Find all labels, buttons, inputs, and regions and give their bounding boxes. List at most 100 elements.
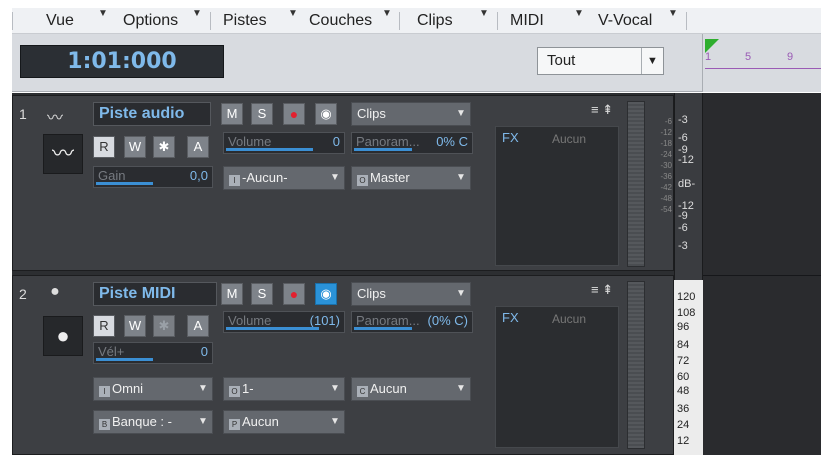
output-channel-dropdown[interactable]: O 1- ▼ — [223, 377, 345, 401]
ruler-label: 5 — [745, 51, 752, 63]
chevron-down-icon[interactable]: ▼ — [452, 283, 470, 305]
timeline-ruler[interactable]: 1 5 9 — [702, 34, 821, 92]
fx-bin[interactable]: FX Aucun — [495, 306, 619, 448]
chevron-down-icon[interactable]: ▼ — [668, 8, 678, 19]
ruler-baseline — [705, 68, 821, 69]
track-view-value: Clips — [357, 286, 386, 301]
pan-value: 0% C — [436, 134, 468, 149]
archive-button[interactable]: A — [187, 136, 209, 158]
chevron-down-icon[interactable]: ▼ — [192, 8, 202, 19]
menu-pistes[interactable]: Pistes — [223, 8, 267, 34]
chevron-down-icon[interactable]: ▼ — [452, 103, 470, 125]
chevron-down-icon[interactable]: ▼ — [574, 8, 584, 19]
menu-options[interactable]: Options — [123, 8, 178, 34]
menu-separator — [12, 12, 13, 30]
input-echo-icon[interactable]: ◉ — [315, 283, 337, 305]
gain-slider[interactable]: Gain 0,0 — [93, 166, 213, 188]
menu-separator — [399, 12, 400, 30]
read-automation-button[interactable]: R — [93, 315, 115, 337]
gain-value: 0,0 — [189, 168, 208, 183]
input-value: -Aucun- — [242, 170, 288, 185]
fx-value: Aucun — [552, 132, 587, 146]
menu-couches[interactable]: Couches — [309, 8, 372, 34]
mute-button[interactable]: M — [221, 283, 243, 305]
menu-v-vocal[interactable]: V-Vocal — [598, 8, 652, 34]
pan-label: Panoram... — [356, 134, 420, 149]
chevron-down-icon[interactable]: ▼ — [382, 8, 392, 19]
freeze-icon[interactable]: ✱ — [153, 136, 175, 158]
track-name[interactable]: Piste audio — [93, 102, 211, 126]
fx-bin[interactable]: FX Aucun — [495, 126, 619, 266]
meter-tick: -54 — [660, 205, 672, 214]
track-view-dropdown[interactable]: Clips ▼ — [351, 282, 471, 306]
track-filter-dropdown[interactable]: Tout ▼ — [537, 47, 664, 75]
now-time-display[interactable]: 1:01:000 — [20, 45, 224, 78]
scale-tick: 108 — [677, 307, 696, 319]
track-view-header: 1:01:000 Tout ▼ 1 5 9 — [12, 34, 821, 92]
track-menu-icon[interactable]: ≡ ⇞ — [591, 102, 613, 118]
solo-button[interactable]: S — [251, 283, 273, 305]
scale-tick: 36 — [677, 403, 690, 415]
track-audio[interactable]: 1 〰 Piste audio 〰 M S ● ◉ Clips ▼ R W ✱ … — [12, 95, 674, 271]
track-view-dropdown[interactable]: Clips ▼ — [351, 102, 471, 126]
chevron-down-icon[interactable]: ▼ — [326, 167, 344, 189]
write-automation-button[interactable]: W — [124, 136, 146, 158]
volume-label: Volume — [228, 313, 272, 328]
volume-slider[interactable]: Volume (101) — [223, 311, 345, 333]
freeze-icon[interactable]: ✱ — [153, 315, 175, 337]
output-dropdown[interactable]: O Master ▼ — [351, 166, 471, 190]
mute-button[interactable]: M — [221, 103, 243, 125]
scale-tick: 72 — [677, 355, 690, 367]
chevron-down-icon[interactable]: ▼ — [194, 378, 212, 400]
volume-slider[interactable]: Volume 0 — [223, 132, 345, 154]
chevron-down-icon[interactable]: ▼ — [452, 167, 470, 189]
input-echo-icon[interactable]: ◉ — [315, 103, 337, 125]
track-view-value: Clips — [357, 106, 386, 121]
chevron-down-icon[interactable]: ▼ — [194, 411, 212, 433]
read-automation-button[interactable]: R — [93, 136, 115, 158]
midi-input-value: Omni — [112, 381, 144, 396]
output-value: Master — [370, 170, 410, 185]
menu-clips[interactable]: Clips — [417, 8, 453, 34]
midi-scale-column: 120 108 96 84 72 60 48 36 24 12 — [674, 280, 703, 455]
midi-output-dropdown[interactable]: C Aucun ▼ — [351, 377, 471, 401]
volume-value: 0 — [332, 134, 340, 149]
clips-pane[interactable] — [703, 93, 821, 455]
velocity-slider[interactable]: Vél+ 0 — [93, 342, 213, 364]
write-automation-button[interactable]: W — [124, 315, 146, 337]
chevron-down-icon[interactable]: ▼ — [326, 378, 344, 400]
scale-tick: 24 — [677, 419, 690, 431]
pan-slider[interactable]: Panoram... 0% C — [351, 132, 473, 154]
chevron-down-icon[interactable]: ▼ — [98, 8, 108, 19]
chevron-down-icon[interactable]: ▼ — [326, 411, 344, 433]
track-midi[interactable]: 2 ● Piste MIDI ● M S ● ◉ Clips ▼ R W ✱ A… — [12, 275, 674, 455]
midi-input-dropdown[interactable]: I Omni ▼ — [93, 377, 213, 401]
chevron-down-icon[interactable]: ▼ — [452, 378, 470, 400]
solo-button[interactable]: S — [251, 103, 273, 125]
record-arm-icon[interactable]: ● — [283, 283, 305, 305]
menu-vue[interactable]: Vue — [46, 8, 74, 34]
record-arm-icon[interactable]: ● — [283, 103, 305, 125]
menu-separator — [686, 12, 687, 30]
pan-slider[interactable]: Panoram... (0% C) — [351, 311, 473, 333]
audio-waveform-icon: 〰 — [46, 110, 63, 127]
chevron-down-icon[interactable]: ▼ — [479, 8, 489, 19]
chevron-down-icon[interactable]: ▼ — [288, 8, 298, 19]
fx-label: FX — [502, 310, 519, 325]
midi-output-value: Aucun — [370, 381, 407, 396]
patch-dropdown[interactable]: P Aucun ▼ — [223, 410, 345, 434]
level-meter — [627, 101, 645, 267]
track-menu-icon[interactable]: ≡ ⇞ — [591, 282, 613, 298]
menu-midi[interactable]: MIDI — [510, 8, 544, 34]
scale-tick: -6 — [678, 222, 688, 234]
track-number: 1 — [19, 106, 27, 122]
track-name[interactable]: Piste MIDI — [93, 282, 217, 306]
bank-value: Banque : - — [112, 414, 172, 429]
input-dropdown[interactable]: I -Aucun- ▼ — [223, 166, 345, 190]
chevron-down-icon[interactable]: ▼ — [641, 48, 663, 74]
audio-waveform-icon: 〰 — [43, 134, 83, 174]
scale-tick: -3 — [678, 240, 688, 252]
archive-button[interactable]: A — [187, 315, 209, 337]
scale-tick: -6 — [678, 132, 688, 144]
bank-dropdown[interactable]: B Banque : - ▼ — [93, 410, 213, 434]
